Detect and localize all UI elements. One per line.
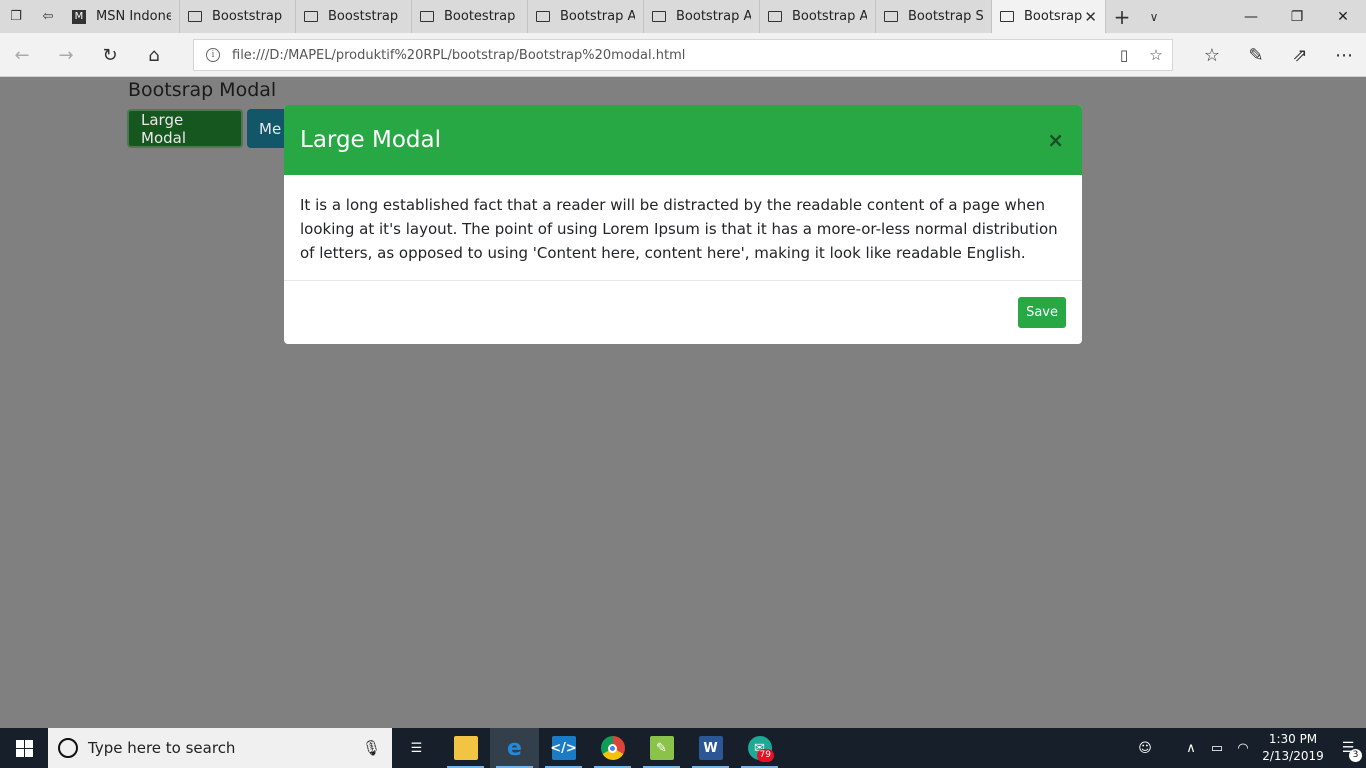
modal-body-text: It is a long established fact that a rea… — [284, 175, 1082, 281]
modal-footer: Save — [284, 281, 1082, 344]
favorites-hub-icon[interactable]: ☆ — [1190, 33, 1234, 77]
cortana-icon — [58, 738, 78, 758]
browser-nav-bar: ← → ↻ ⌂ i file:///D:/MAPEL/produktif%20R… — [0, 33, 1366, 77]
tab-bootstrap-al-1[interactable]: Bootstrap Al — [528, 0, 644, 33]
address-url[interactable]: file:///D:/MAPEL/produktif%20RPL/bootstr… — [232, 48, 1108, 63]
taskbar-search-box[interactable]: Type here to search 🎙 — [48, 728, 392, 768]
home-icon[interactable]: ⌂ — [132, 33, 176, 77]
page-icon — [536, 11, 550, 22]
page-icon — [304, 11, 318, 22]
taskbar-notepad-plus[interactable]: ✎ — [637, 728, 686, 768]
clock-date: 2/13/2019 — [1262, 749, 1324, 763]
tab-label: Bootstrap Al — [560, 9, 635, 24]
search-placeholder[interactable]: Type here to search — [88, 739, 362, 757]
tab-label: Bootstrap Al — [792, 9, 867, 24]
large-modal-dialog: Large Modal × It is a long established f… — [284, 105, 1082, 344]
clock-time: 1:30 PM — [1268, 732, 1318, 746]
taskbar-vscode[interactable]: </> — [539, 728, 588, 768]
chrome-icon — [600, 736, 625, 760]
refresh-icon[interactable]: ↻ — [88, 33, 132, 77]
tab-msn[interactable]: M MSN Indonesia — [64, 0, 180, 33]
tab-bootsrap-active[interactable]: Bootsrap ✕ — [992, 0, 1106, 33]
wifi-icon[interactable]: ◠ — [1230, 741, 1256, 756]
share-icon[interactable]: ⇗ — [1278, 33, 1322, 77]
tab-manager-icon[interactable]: ❐ — [0, 0, 32, 33]
page-icon — [188, 11, 202, 22]
close-icon[interactable]: × — [1047, 128, 1064, 152]
favorite-star-icon[interactable]: ☆ — [1140, 46, 1172, 64]
msn-icon: M — [72, 9, 86, 24]
pen-icon[interactable]: ✎ — [1234, 33, 1278, 77]
window-controls: — ❐ ✕ — [1228, 0, 1366, 33]
tab-label: Bootestrap — [444, 9, 516, 24]
folder-icon — [453, 736, 478, 760]
word-icon: W — [698, 736, 723, 760]
windows-logo-icon — [15, 739, 33, 757]
restore-icon[interactable]: ❐ — [1274, 0, 1320, 33]
tab-label: Bootstrap Al — [676, 9, 751, 24]
system-clock[interactable]: 1:30 PM 2/13/2019 — [1256, 731, 1330, 765]
address-bar[interactable]: i file:///D:/MAPEL/produktif%20RPL/boots… — [193, 39, 1173, 71]
back-icon[interactable]: ← — [0, 33, 44, 77]
tab-label: Booststrap C — [212, 9, 287, 24]
new-tab-icon[interactable]: + — [1106, 0, 1138, 33]
tab-bootstrap-sli[interactable]: Bootstrap Sli — [876, 0, 992, 33]
action-center-button[interactable]: ☰ 3 — [1330, 740, 1366, 762]
set-aside-tabs-icon[interactable]: ⇦ — [32, 0, 64, 33]
taskbar-word[interactable]: W — [686, 728, 735, 768]
taskbar-chrome[interactable] — [588, 728, 637, 768]
browser-tab-strip: ❐ ⇦ M MSN Indonesia Booststrap C Boostst… — [0, 0, 1366, 33]
people-icon[interactable]: ☺ — [1132, 741, 1158, 756]
save-button[interactable]: Save — [1018, 297, 1066, 328]
notepad-icon: ✎ — [649, 736, 674, 760]
page-title: Bootsrap Modal — [128, 79, 277, 101]
tab-bootstrap-al-3[interactable]: Bootstrap Al — [760, 0, 876, 33]
tab-booststrap-gr[interactable]: Booststrap Gr — [296, 0, 412, 33]
system-tray: ☺ ∧ ▭ ◠ 1:30 PM 2/13/2019 ☰ 3 — [1132, 728, 1366, 768]
notification-count: 3 — [1349, 749, 1362, 762]
vscode-icon: </> — [550, 736, 577, 760]
task-view-button[interactable]: ☰ — [392, 728, 441, 768]
info-icon[interactable]: i — [206, 48, 220, 62]
chevron-up-icon[interactable]: ∧ — [1178, 741, 1204, 756]
modal-title: Large Modal — [300, 127, 442, 153]
page-icon — [768, 11, 782, 22]
tab-label: Booststrap Gr — [328, 9, 403, 24]
page-icon — [1000, 11, 1014, 22]
taskbar-edge[interactable]: e — [490, 728, 539, 768]
close-tab-icon[interactable]: ✕ — [1084, 8, 1097, 26]
battery-icon[interactable]: ▭ — [1204, 741, 1230, 756]
chevron-down-icon[interactable]: ∨ — [1138, 0, 1170, 33]
forward-icon[interactable]: → — [44, 33, 88, 77]
tab-label: MSN Indonesia — [96, 9, 171, 24]
tab-booststrap-c[interactable]: Booststrap C — [180, 0, 296, 33]
modal-header: Large Modal × — [284, 105, 1082, 175]
start-button[interactable] — [0, 728, 48, 768]
microphone-icon[interactable]: 🎙 — [362, 739, 392, 757]
tab-bootestrap[interactable]: Bootestrap — [412, 0, 528, 33]
taskbar-file-explorer[interactable] — [441, 728, 490, 768]
page-icon — [420, 11, 434, 22]
minimize-icon[interactable]: — — [1228, 0, 1274, 33]
page-icon — [884, 11, 898, 22]
edge-icon: e — [507, 735, 522, 761]
reading-view-icon[interactable]: ▯ — [1108, 46, 1140, 64]
page-icon — [652, 11, 666, 22]
close-window-icon[interactable]: ✕ — [1320, 0, 1366, 33]
task-view-icon: ☰ — [410, 740, 423, 756]
unread-badge: 79 — [756, 749, 774, 762]
windows-taskbar: Type here to search 🎙 ☰ e </> ✎ W ✉ 79 ☺… — [0, 728, 1366, 768]
tab-bootstrap-al-2[interactable]: Bootstrap Al — [644, 0, 760, 33]
tab-label: Bootsrap — [1024, 9, 1083, 24]
large-modal-button[interactable]: Large Modal — [127, 109, 243, 148]
more-icon[interactable]: ⋯ — [1322, 33, 1366, 77]
tab-label: Bootstrap Sli — [908, 9, 983, 24]
taskbar-whatsapp[interactable]: ✉ 79 — [735, 728, 784, 768]
